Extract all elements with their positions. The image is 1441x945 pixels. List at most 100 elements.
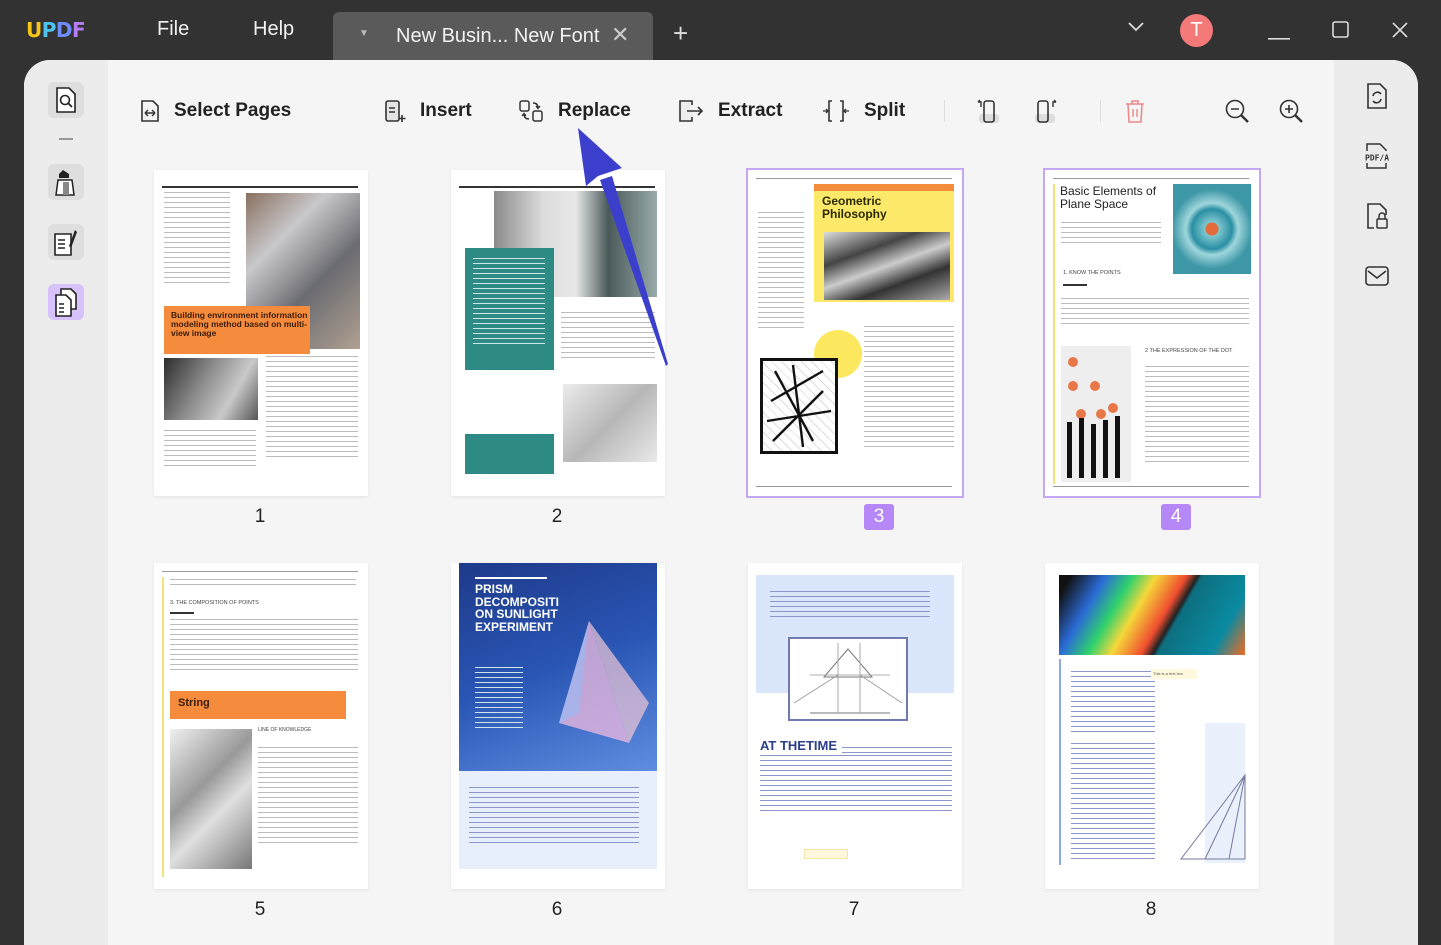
text-block [758,212,804,330]
menu-file[interactable]: File [157,18,189,41]
toolbar-divider [1100,100,1101,122]
highlighter-icon [55,170,75,196]
page-thumbnail-8[interactable]: This is a text box [1045,563,1259,889]
geometric-image [760,358,838,454]
avatar[interactable]: T [1180,14,1213,47]
split-label: Split [864,100,906,121]
tab-close-icon[interactable]: ✕ [611,22,629,48]
page-number: 8 [1145,899,1157,920]
teal-block [465,434,554,474]
page-thumbnail-5[interactable]: 3. THE COMPOSITION OF POINTS String LINE… [154,563,368,889]
page-number-selected[interactable]: 3 [864,504,894,530]
rotate-right-button[interactable] [1032,96,1062,126]
rotate-left-icon [977,99,999,123]
page-rule [459,186,655,188]
svg-text:PDF/A: PDF/A [1365,154,1389,163]
reader-mode-button[interactable] [48,82,84,118]
section-heading: LINE OF KNOWLEDGE [258,727,312,733]
page-heading: Basic Elements of Plane Space [1060,184,1157,211]
page-thumbnail-6[interactable]: PRISM DECOMPOSITI ON SUNLIGHT EXPERIMENT [451,563,665,889]
rail-divider [59,138,73,140]
section-heading: 2 THE EXPRESSION OF THE DOT [1145,348,1233,354]
mail-icon [1365,266,1389,286]
text-block [1061,298,1249,324]
zoom-out-button[interactable] [1222,96,1252,126]
text-block [266,356,358,460]
heading-rule [170,612,194,614]
maximize-button[interactable] [1332,21,1350,44]
circle-pattern-image [1173,184,1251,274]
toolbar-divider [944,100,945,122]
text-block [258,747,358,847]
delete-button[interactable] [1120,96,1150,126]
left-sidebar [24,60,108,945]
zoom-out-icon [1225,99,1249,123]
page-rule [1053,486,1249,487]
document-search-icon [56,87,76,113]
page-rule [1053,178,1249,179]
page-number: 5 [254,899,266,920]
zoom-in-icon [1279,99,1303,123]
insert-button[interactable]: Insert [384,96,472,126]
cover-rule [475,577,547,579]
caption-box [459,771,657,869]
text-block [842,747,952,753]
extract-label: Extract [718,100,783,121]
diagram-image [788,637,908,721]
text-box-annotation[interactable]: This is a text box [1151,669,1197,679]
page-thumbnail-3[interactable]: Geometric Philosophy [746,168,964,498]
prism-cover-image: PRISM DECOMPOSITI ON SUNLIGHT EXPERIMENT [459,563,657,771]
right-sidebar: PDF/A [1334,60,1418,945]
text-block [164,430,256,466]
section-heading: 3. THE COMPOSITION OF POINTS [170,600,259,606]
chevron-down-icon[interactable] [1126,20,1146,39]
page-thumbnail-7[interactable]: AT THETIME [748,563,962,889]
triangle-diagram [1179,773,1246,860]
extract-button[interactable]: Extract [678,96,782,126]
person-image [164,358,258,420]
select-pages-button[interactable]: Select Pages [140,96,291,126]
select-pages-icon [141,100,159,122]
tab-dropdown-icon[interactable]: ▼ [359,28,369,39]
page-thumbnail-1[interactable]: Building environment information modelin… [154,170,368,496]
minimize-button[interactable] [1268,28,1292,46]
share-email-button[interactable] [1362,260,1392,292]
replace-page-icon [519,100,543,122]
pdf-a-button[interactable]: PDF/A [1362,140,1392,172]
insert-label: Insert [420,100,472,121]
page-toolbar: Select Pages Insert Replace Extract Spli… [108,60,1334,160]
pages-icon [55,288,77,317]
protect-pdf-button[interactable] [1362,200,1392,232]
page-thumbnail-4[interactable]: Basic Elements of Plane Space 1. KNOW TH… [1043,168,1261,498]
page-heading: AT THETIME [760,738,838,753]
app-window: Select Pages Insert Replace Extract Spli… [24,60,1418,945]
edit-mode-button[interactable] [48,224,84,260]
close-window-button[interactable] [1391,21,1409,44]
text-block [1071,671,1155,735]
text-block [164,192,230,284]
text-block [473,258,545,344]
convert-icon [1367,83,1387,109]
wave-mesh-image [824,232,950,300]
pdf-a-icon: PDF/A [1365,143,1389,169]
page-number-selected[interactable]: 4 [1161,504,1191,530]
organize-pages-button[interactable] [48,284,84,320]
comment-mode-button[interactable] [48,164,84,200]
prism-shape [559,621,649,743]
document-tab[interactable]: ▼ New Busin... New Font ✕ [333,12,653,60]
section-heading: 1. KNOW THE POINTS [1063,270,1121,276]
replace-button[interactable]: Replace [518,96,631,126]
split-button[interactable]: Split [822,96,905,126]
page-heading: String [178,697,210,709]
page-thumbnail-2[interactable] [451,170,665,496]
text-block [170,579,356,589]
rotate-left-button[interactable] [972,96,1002,126]
zoom-in-button[interactable] [1276,96,1306,126]
text-box-annotation[interactable] [804,849,848,859]
page-number: 6 [551,899,563,920]
menu-help[interactable]: Help [253,18,294,41]
convert-pdf-button[interactable] [1362,80,1392,112]
page-number: 7 [848,899,860,920]
new-tab-button[interactable]: + [673,20,688,46]
page-number: 1 [254,506,266,527]
